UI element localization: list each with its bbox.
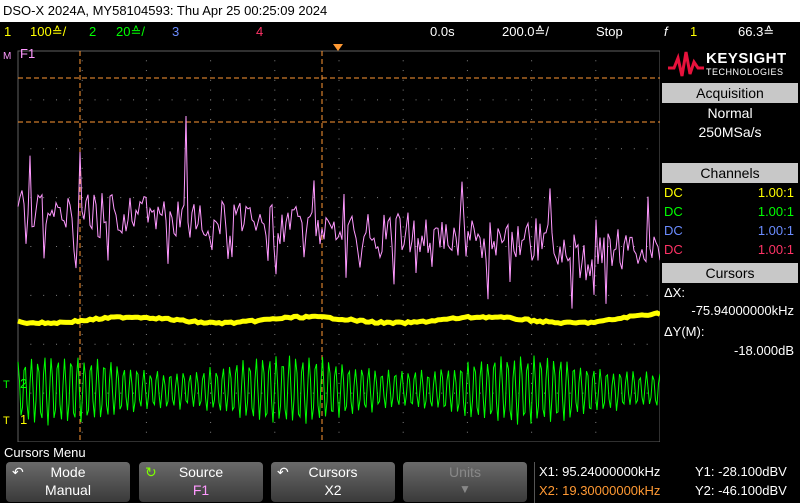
timebase-value[interactable]: 200.0≙/ xyxy=(502,22,549,42)
cursor-readout: X1: 95.24000000kHz X2: 19.30000000kHz Y1… xyxy=(534,462,800,503)
ch2-probe: 1.00:1 xyxy=(757,204,794,219)
ch2-coupling: DC xyxy=(664,204,683,219)
ch2-scale[interactable]: 20≙/ xyxy=(116,22,145,42)
ch4-number[interactable]: 4 xyxy=(256,22,263,42)
sample-rate: 250MSa/s xyxy=(698,124,762,140)
units-label: Units xyxy=(449,464,481,480)
ch3-number[interactable]: 3 xyxy=(172,22,179,42)
x2-readout: X2: 19.30000000kHz xyxy=(539,483,661,498)
logo-sub: TECHNOLOGIES xyxy=(706,67,784,77)
delay-value[interactable]: 0.0s xyxy=(430,22,455,42)
channels-header: Channels xyxy=(662,163,798,183)
mode-softkey[interactable]: ↶ Mode Manual xyxy=(6,462,130,502)
delta-x-label: ΔX: xyxy=(664,285,685,300)
logo-name: KEYSIGHT xyxy=(706,50,787,67)
source-value: F1 xyxy=(192,482,210,498)
y1-readout: Y1: -28.100dBV xyxy=(695,464,787,479)
waveform-svg: M F1 T 2 T 1 xyxy=(3,44,662,443)
title-bar: DSO-X 2024A, MY58104593: Thu Apr 25 00:2… xyxy=(0,0,800,22)
ch1-marker[interactable]: 1 xyxy=(20,412,27,427)
ch1-number[interactable]: 1 xyxy=(4,22,11,42)
ch3-coupling: DC xyxy=(664,223,683,238)
ch1-probe: 1.00:1 xyxy=(757,185,794,200)
ch3-probe: 1.00:1 xyxy=(757,223,794,238)
trigger-channel[interactable]: 1 xyxy=(690,22,697,42)
delta-x-value: -75.94000000kHz xyxy=(691,303,794,318)
delta-y-value: -18.000dB xyxy=(734,343,794,358)
ch2-marker[interactable]: 2 xyxy=(20,376,27,391)
math-marker-icon: M xyxy=(3,51,11,62)
trigger-level[interactable]: 66.3≙ xyxy=(738,22,774,42)
units-softkey[interactable]: Units ▼ xyxy=(403,462,527,502)
ch1-ground-marker-icon[interactable]: T xyxy=(3,415,10,427)
mode-label: Mode xyxy=(50,464,86,480)
y2-readout: Y2: -46.100dBV xyxy=(695,483,787,498)
ch4-coupling: DC xyxy=(664,242,683,257)
source-label: Source xyxy=(178,464,224,480)
channel-row-4: DC 1.00:1 xyxy=(664,241,794,259)
ch1-coupling: DC xyxy=(664,185,683,200)
channel-row-3: DC 1.00:1 xyxy=(664,222,794,240)
run-state: Stop xyxy=(596,24,623,39)
softkey-bar: Cursors Menu ↶ Mode Manual ↻ Source F1 ↶… xyxy=(0,442,800,503)
math-label: F1 xyxy=(20,46,35,61)
ch4-probe: 1.00:1 xyxy=(757,242,794,257)
channel-row-2: DC 1.00:1 xyxy=(664,203,794,221)
channel-row-1: DC 1.00:1 xyxy=(664,184,794,202)
side-panel: KEYSIGHT TECHNOLOGIES Acquisition Normal… xyxy=(660,42,800,442)
math-trace xyxy=(17,115,661,309)
ch1-scale[interactable]: 100≙/ xyxy=(30,22,66,42)
keysight-logo: KEYSIGHT TECHNOLOGIES xyxy=(662,44,798,82)
source-softkey[interactable]: ↻ Source F1 xyxy=(139,462,263,502)
submenu-arrow-icon: ▼ xyxy=(459,482,471,496)
ch2-trace xyxy=(17,355,661,426)
status-bar: 1 100≙/ 2 20≙/ 3 4 0.0s 200.0≙/ Stop f 1… xyxy=(0,22,800,42)
cursors-value: X2 xyxy=(324,482,342,498)
ch2-number[interactable]: 2 xyxy=(89,22,96,42)
acquisition-mode: Normal xyxy=(707,105,753,121)
x1-readout: X1: 95.24000000kHz xyxy=(539,464,661,479)
delta-y-label: ΔY(M): xyxy=(664,324,705,339)
waveform-display[interactable]: M F1 T 2 T 1 xyxy=(0,42,662,443)
cursors-softkey[interactable]: ↶ Cursors X2 xyxy=(271,462,395,502)
mode-value: Manual xyxy=(45,482,91,498)
title-text: DSO-X 2024A, MY58104593: Thu Apr 25 00:2… xyxy=(3,3,328,18)
menu-title: Cursors Menu xyxy=(4,445,86,460)
cursors-header: Cursors xyxy=(662,263,798,283)
ch2-ground-marker-icon[interactable]: T xyxy=(3,379,10,391)
trigger-edge-icon: f xyxy=(664,24,668,39)
trigger-time-marker-icon xyxy=(333,44,343,51)
cursors-label: Cursors xyxy=(308,464,358,480)
keysight-wave-icon xyxy=(668,51,704,77)
acquisition-header: Acquisition xyxy=(662,83,798,103)
